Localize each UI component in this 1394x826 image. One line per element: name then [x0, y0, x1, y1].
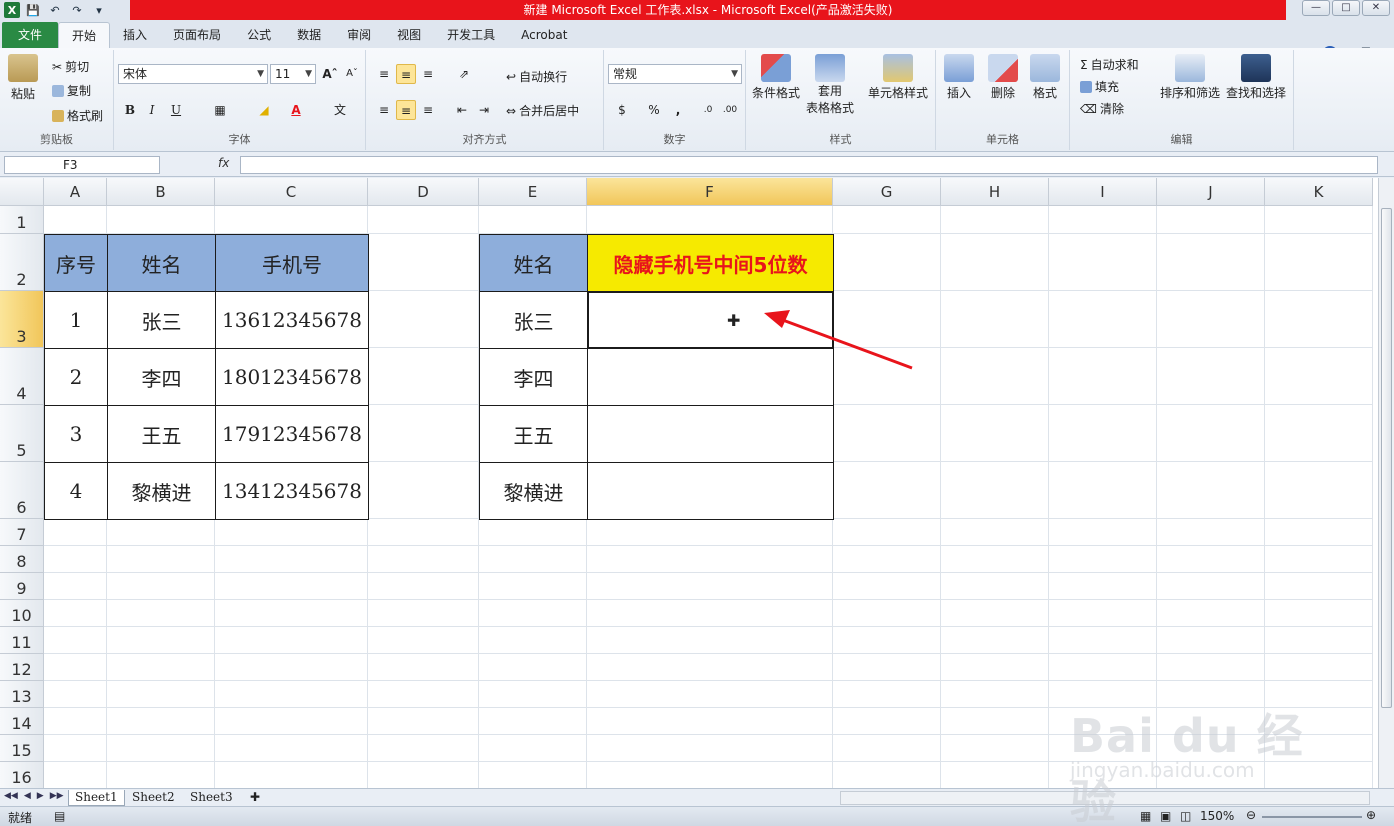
annotation-arrow — [764, 310, 913, 370]
arrow-shaft — [779, 317, 913, 370]
arrow-head — [764, 310, 790, 328]
excel-window: X 💾 ↶ ↷ ▾ 新建 Microsoft Excel 工作表.xlsx - … — [0, 0, 1394, 826]
